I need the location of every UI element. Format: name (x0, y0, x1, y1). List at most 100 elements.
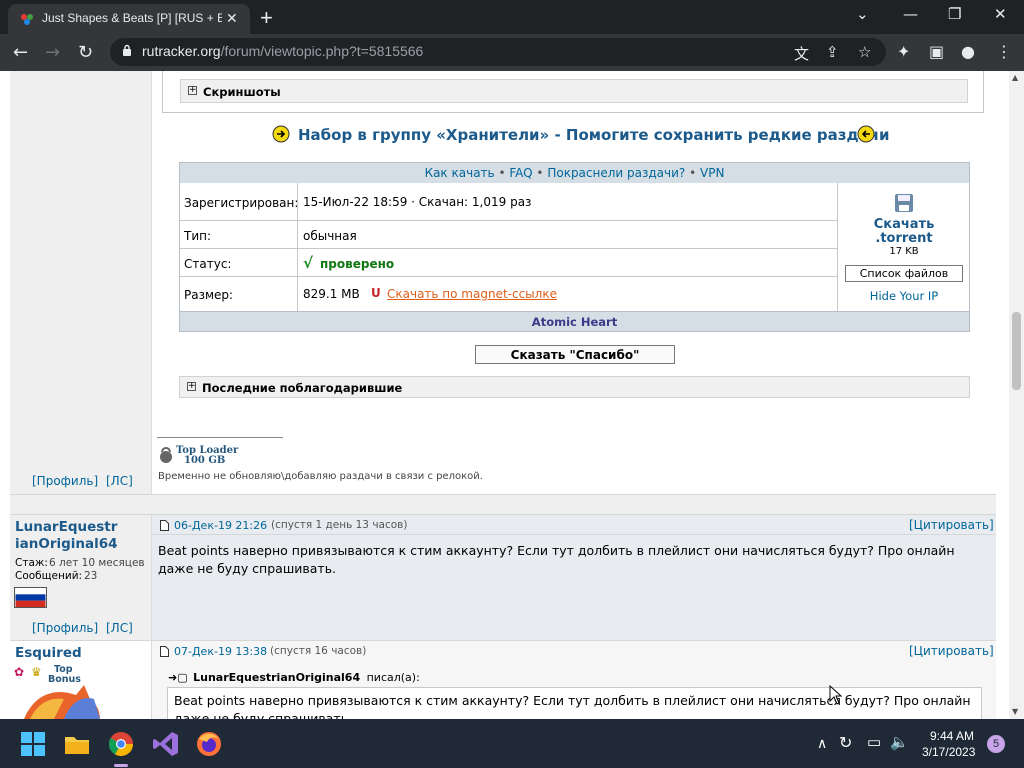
clock-date[interactable]: 3/17/2023 (922, 745, 975, 759)
bookmark-star-icon[interactable]: ☆ (858, 43, 871, 61)
network-icon[interactable]: ▭ (867, 733, 881, 751)
post2-username[interactable]: Esquired (15, 645, 82, 661)
status-value: проверено (320, 257, 395, 271)
active-tab[interactable]: Just Shapes & Beats [P] [RUS + E ✕ (8, 4, 250, 34)
url-host: rutracker.org (142, 43, 221, 59)
column-divider (297, 183, 298, 311)
back-icon[interactable]: ← (13, 42, 28, 63)
floppy-disk-icon[interactable] (894, 193, 914, 213)
visual-studio-icon[interactable] (151, 729, 181, 759)
post1-date[interactable]: 06-Дек-19 21:26 (174, 519, 267, 532)
start-icon[interactable] (18, 729, 48, 759)
scroll-up-icon[interactable]: ▲ (1012, 73, 1018, 82)
address-bar[interactable]: rutracker.org/forum/viewtopic.php?t=5815… (110, 38, 886, 66)
type-label: Тип: (184, 229, 212, 243)
how-to-download-link[interactable]: Как качать (425, 166, 495, 180)
post1-username[interactable]: LunarEquestr (15, 519, 117, 535)
url-path: /forum/viewtopic.php?t=5815566 (220, 43, 424, 59)
post2-badge-bonus: Bonus (48, 674, 81, 685)
post-icon (160, 646, 169, 657)
post1-after: (спустя 1 день 13 часов) (271, 519, 408, 531)
post-icon (160, 520, 169, 531)
row-status: Статус: √ проверено (180, 249, 837, 277)
clock-time[interactable]: 9:44 AM (930, 729, 974, 743)
download-cell: Скачать .torrent 17 KB Список файлов Hid… (837, 183, 969, 311)
translate-icon[interactable]: 文 (794, 43, 809, 64)
help-links-row: Как качать • FAQ • Покраснели раздачи? •… (180, 163, 969, 183)
author-column: [Профиль] [ЛС] (10, 71, 152, 494)
post1-quote-link[interactable]: [Цитировать] (909, 518, 994, 532)
site-favicon-icon (21, 14, 33, 25)
tab-title: Just Shapes & Beats [P] [RUS + E (42, 11, 222, 25)
forward-icon[interactable]: → (45, 42, 60, 63)
vpn-link[interactable]: VPN (700, 166, 724, 180)
last-thanked-label: Последние поблагодарившие (202, 381, 403, 395)
download-torrent-ext[interactable]: .torrent (838, 231, 970, 246)
profile-link[interactable]: [Профиль] (32, 474, 98, 488)
tab-search-icon[interactable]: ⌄ (856, 5, 869, 23)
page-scrollbar[interactable]: ▲ ▼ (1009, 71, 1024, 719)
minimize-icon[interactable]: — (903, 5, 918, 23)
magnet-link[interactable]: Скачать по magnet-ссылке (387, 287, 557, 301)
chrome-icon[interactable] (106, 729, 136, 759)
recruit-link[interactable]: Набор в группу «Хранители» - Помогите со… (298, 126, 890, 144)
post2-date[interactable]: 07-Дек-19 13:38 (174, 645, 267, 658)
post1-stage-label: Стаж: (15, 557, 48, 569)
info-rows: Зарегистрирован: 15-Июл-22 18:59 · Скача… (180, 183, 837, 311)
size-value: 829.1 MB (303, 287, 360, 301)
lock-icon (123, 44, 131, 56)
side-panel-icon[interactable]: ▣ (929, 42, 944, 61)
say-thanks-button[interactable]: Сказать "Спасибо" (475, 345, 675, 364)
atomic-heart-link[interactable]: Atomic Heart (180, 311, 969, 331)
profile-icon[interactable]: ● (961, 42, 975, 61)
last-thanked-spoiler[interactable]: + Последние поблагодарившие (179, 376, 970, 398)
signature-divider (157, 437, 283, 438)
scroll-down-icon[interactable]: ▼ (1012, 707, 1018, 716)
share-icon[interactable]: ⇪ (826, 43, 839, 61)
avatar (24, 685, 100, 719)
red-torrents-link[interactable]: Покраснели раздачи? (547, 166, 685, 180)
volume-icon[interactable]: 🔈 (890, 733, 909, 751)
tray-overflow-icon[interactable]: ∧ (817, 735, 827, 752)
firefox-icon[interactable] (194, 729, 224, 759)
torrent-size: 17 KB (889, 246, 919, 257)
check-icon: √ (303, 254, 314, 272)
expand-icon: + (187, 381, 196, 391)
post2-header: 07-Дек-19 13:38 (спустя 16 часов) [Цитир… (152, 641, 996, 661)
recruit-banner: Набор в группу «Хранители» - Помогите со… (272, 124, 892, 146)
post1-username-cont[interactable]: ianOriginal64 (15, 536, 118, 552)
sync-icon[interactable]: ↻ (839, 733, 852, 753)
post2-quote-link[interactable]: [Цитировать] (909, 644, 994, 658)
new-tab-icon[interactable]: + (260, 5, 273, 31)
hide-ip-link[interactable]: Hide Your IP (838, 289, 970, 303)
quote-box: Beat points наверно привязываются к стим… (167, 687, 982, 719)
close-window-icon[interactable]: ✕ (994, 5, 1007, 23)
post1-header: 06-Дек-19 21:26 (спустя 1 день 13 часов)… (152, 515, 996, 535)
arrow-right-icon (272, 125, 290, 143)
post1-text: Beat points наверно привязываются к стим… (158, 543, 955, 576)
extensions-icon[interactable]: ✦ (897, 42, 910, 61)
restore-icon[interactable]: ❐ (948, 5, 961, 23)
notification-badge[interactable]: 5 (987, 735, 1005, 753)
magnet-icon: U (371, 286, 381, 300)
download-torrent-link[interactable]: Скачать (838, 217, 970, 232)
file-list-button[interactable]: Список файлов (845, 265, 963, 282)
russia-flag-icon (14, 587, 47, 608)
size-label: Размер: (184, 288, 234, 302)
file-explorer-icon[interactable] (62, 729, 92, 759)
url-text[interactable]: rutracker.org/forum/viewtopic.php?t=5815… (142, 43, 423, 59)
scroll-thumb[interactable] (1012, 312, 1021, 390)
post2-body: 07-Дек-19 13:38 (спустя 16 часов) [Цитир… (152, 641, 996, 719)
faq-link[interactable]: FAQ (509, 166, 532, 180)
post1-profile-link[interactable]: [Профиль] (32, 621, 98, 635)
post1-pm-link[interactable]: [ЛС] (106, 621, 133, 635)
pm-link[interactable]: [ЛС] (106, 474, 133, 488)
post1-body: 06-Дек-19 21:26 (спустя 1 день 13 часов)… (152, 515, 996, 641)
reload-icon[interactable]: ↻ (78, 42, 93, 63)
tab-close-icon[interactable]: ✕ (226, 11, 238, 27)
kettlebell-icon (160, 447, 172, 463)
quote-author: LunarEquestrianOriginal64 (193, 671, 361, 684)
menu-icon[interactable]: ⋮ (996, 42, 1012, 61)
screenshots-spoiler[interactable]: + Скриншоты (180, 79, 968, 103)
quote-header: ➜▢ LunarEquestrianOriginal64 писал(а): (168, 671, 420, 684)
